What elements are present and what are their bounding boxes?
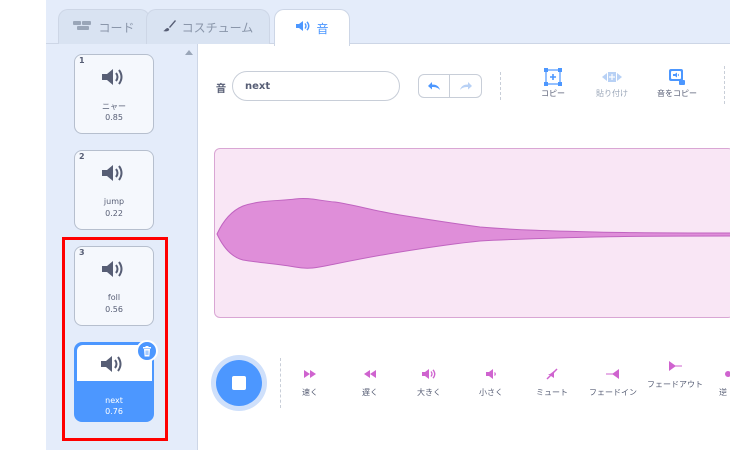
sound-tile-name: ニャー [102, 102, 126, 111]
speaker-icon [98, 354, 128, 374]
sound-tile-duration: 0.85 [105, 113, 123, 122]
effect-fade-out-label: フェードアウト [647, 380, 703, 389]
reverse-icon [716, 366, 730, 382]
faster-icon [303, 366, 317, 382]
undo-redo-group [418, 74, 482, 98]
sound-editor-screen: コード コスチューム 音 1 ニャー 0.85 2 jump 0.22 3 fo… [0, 0, 730, 450]
effect-faster-label: 速く [302, 388, 318, 397]
waveform-display[interactable] [214, 148, 730, 318]
paste-label: 貼り付け [596, 89, 628, 98]
sound-tile-duration: 0.76 [105, 407, 123, 416]
copy-icon [543, 66, 563, 88]
effect-louder-label: 大きく [417, 388, 441, 397]
effect-louder-button[interactable]: 大きく [412, 366, 446, 398]
effect-fade-out-button[interactable]: フェードアウト [643, 358, 707, 390]
tab-costumes[interactable]: コスチューム [146, 9, 270, 45]
copy-to-new-label: 音をコピー [657, 89, 697, 98]
effect-fade-in-button[interactable]: フェードイン [580, 366, 646, 398]
sound-tile-index: 3 [79, 248, 85, 257]
editor-tabs: コード コスチューム 音 [46, 0, 730, 46]
speaker-icon [99, 163, 129, 183]
redo-icon [459, 82, 472, 90]
paste-button[interactable]: 貼り付け [586, 66, 638, 99]
code-icon [73, 20, 93, 35]
fade-out-icon [667, 358, 683, 374]
brush-icon [162, 19, 177, 36]
paste-icon [600, 66, 624, 88]
undo-button[interactable] [419, 75, 450, 97]
effect-reverse-button[interactable]: 逆 [716, 366, 730, 398]
effect-mute-label: ミュート [536, 388, 568, 397]
trash-icon [143, 345, 151, 356]
sound-tile-name: foll [107, 293, 121, 302]
sound-tile[interactable]: 3 foll 0.56 [74, 246, 154, 326]
tab-code[interactable]: コード [58, 9, 150, 45]
sound-tile-duration: 0.56 [105, 305, 123, 314]
effect-mute-button[interactable]: ミュート [530, 366, 574, 398]
speaker-icon [99, 259, 129, 279]
copy-button[interactable]: コピー [530, 66, 576, 99]
left-margin [0, 0, 46, 450]
louder-icon [421, 366, 437, 382]
effect-softer-button[interactable]: 小さく [474, 366, 508, 398]
speaker-icon [295, 20, 311, 36]
effect-softer-label: 小さく [479, 388, 503, 397]
redo-button[interactable] [450, 75, 481, 97]
effects-divider [280, 358, 281, 408]
mute-icon [545, 366, 559, 382]
effect-slower-label: 遅く [362, 388, 378, 397]
stop-icon [232, 376, 246, 390]
copy-to-new-button[interactable]: 音をコピー [648, 66, 706, 99]
sound-tile-index: 1 [79, 56, 85, 65]
tab-sounds-label: 音 [316, 21, 329, 36]
delete-sound-button[interactable] [136, 340, 158, 362]
sound-tile[interactable]: 2 jump 0.22 [74, 150, 154, 230]
copy-label: コピー [541, 89, 565, 98]
tab-code-label: コード [98, 21, 135, 35]
sound-tile-name: next [105, 396, 123, 405]
effect-slower-button[interactable]: 遅く [356, 366, 384, 398]
scroll-up-arrow[interactable] [185, 50, 193, 55]
sound-list-scrollbar[interactable] [180, 44, 198, 450]
effect-reverse-label: 逆 [719, 388, 727, 397]
sound-tile[interactable]: 1 ニャー 0.85 [74, 54, 154, 134]
tab-costumes-label: コスチューム [181, 21, 254, 35]
sound-name-label: 音 [216, 84, 226, 95]
undo-icon [428, 82, 440, 90]
softer-icon [485, 366, 497, 382]
sound-tile-index: 4 [80, 345, 86, 354]
effect-fade-in-label: フェードイン [589, 388, 637, 397]
slower-icon [363, 366, 377, 382]
fade-in-icon [605, 366, 621, 382]
sound-name-input[interactable] [232, 71, 400, 101]
waveform [216, 197, 730, 269]
sound-tile-index: 2 [79, 152, 85, 161]
tab-sounds[interactable]: 音 [274, 9, 350, 46]
toolbar-divider [724, 66, 725, 104]
sound-tile-name: jump [103, 197, 125, 206]
stop-button[interactable] [216, 360, 262, 406]
toolbar-divider [500, 72, 501, 100]
effect-faster-button[interactable]: 速く [296, 366, 324, 398]
copy-to-new-icon [668, 66, 686, 88]
sound-tile-duration: 0.22 [105, 209, 123, 218]
speaker-icon [99, 67, 129, 87]
